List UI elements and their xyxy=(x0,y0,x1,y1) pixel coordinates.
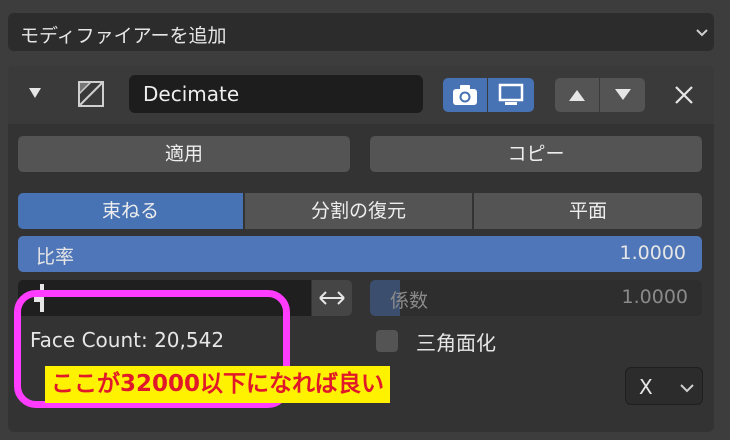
annotation-note: ここが32000以下になれば良い xyxy=(45,366,391,403)
apply-button[interactable]: 適用 xyxy=(18,136,350,172)
chevron-down-icon xyxy=(696,27,708,39)
ratio-value: 1.0000 xyxy=(619,242,686,264)
arrow-up-icon xyxy=(568,88,586,102)
triangulate-label: 三角面化 xyxy=(416,331,496,355)
copy-button[interactable]: コピー xyxy=(370,136,702,172)
modifier-name-input[interactable]: Decimate xyxy=(129,75,423,113)
render-toggle-button[interactable] xyxy=(443,78,487,112)
monitor-icon xyxy=(497,83,525,107)
tab-unsubdivide[interactable]: 分割の復元 xyxy=(245,193,472,229)
coefficient-value: 1.0000 xyxy=(621,286,688,308)
collapse-triangle-icon[interactable] xyxy=(28,86,42,100)
arrow-down-icon xyxy=(614,88,632,102)
coefficient-slider[interactable]: 係数 1.0000 xyxy=(370,280,702,316)
ratio-slider[interactable]: 比率 1.0000 xyxy=(18,236,702,272)
move-up-button[interactable] xyxy=(555,78,599,112)
triangulate-checkbox[interactable] xyxy=(376,330,398,352)
viewport-toggle-button[interactable] xyxy=(488,78,534,112)
symmetry-axis-select[interactable]: X xyxy=(625,367,703,405)
ratio-label: 比率 xyxy=(36,246,75,268)
add-modifier-dropdown[interactable]: モディファイアーを追加 xyxy=(8,13,714,51)
coefficient-label: 係数 xyxy=(390,290,429,312)
swap-arrows-icon xyxy=(317,288,347,308)
camera-icon xyxy=(451,83,479,107)
invert-toggle-button[interactable] xyxy=(312,280,352,316)
move-down-button[interactable] xyxy=(600,78,645,112)
decimate-modifier-icon xyxy=(77,80,105,108)
close-icon[interactable] xyxy=(674,85,694,105)
axis-value: X xyxy=(639,375,653,399)
tab-planar[interactable]: 平面 xyxy=(474,193,702,229)
chevron-down-icon xyxy=(680,382,694,394)
add-modifier-label: モディファイアーを追加 xyxy=(20,25,227,47)
tab-collapse[interactable]: 束ねる xyxy=(18,193,243,229)
